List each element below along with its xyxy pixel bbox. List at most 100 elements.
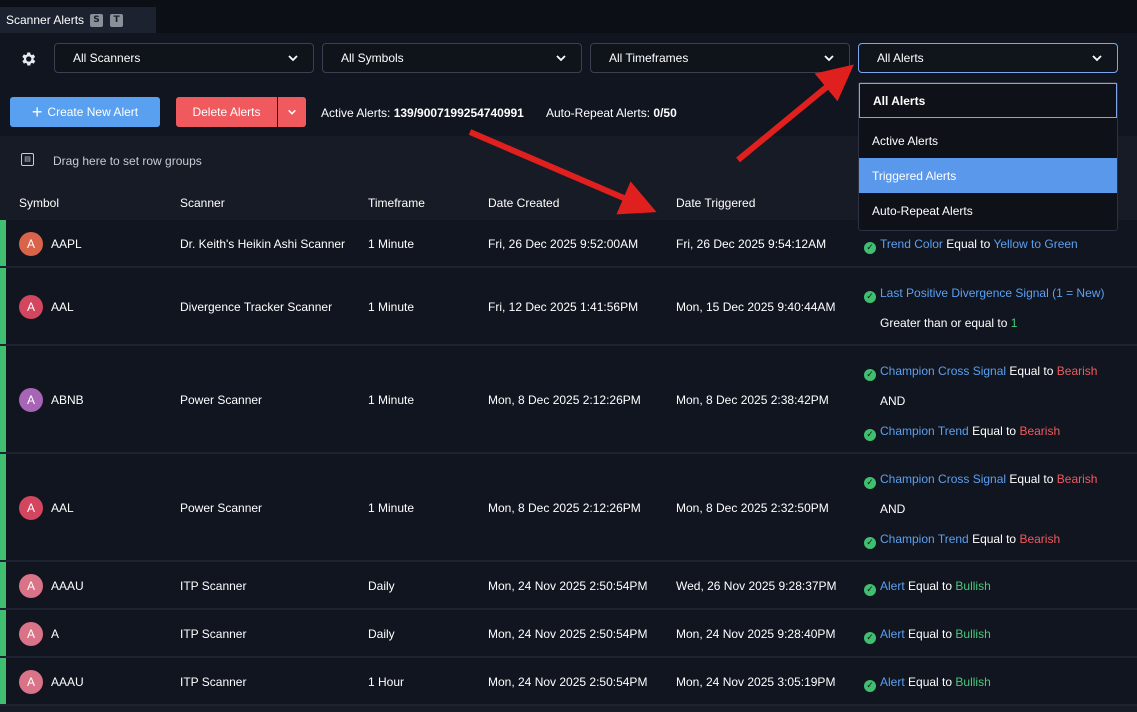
tab-badge-s[interactable]: S (90, 13, 104, 27)
condition: ✓ Champion Trend Equal to Bearish (864, 424, 1060, 441)
date-created-cell: Mon, 24 Nov 2025 2:50:54PM (488, 579, 648, 593)
timeframe-filter-value: All Timeframes (609, 51, 689, 65)
date-triggered-cell: Mon, 8 Dec 2025 2:32:50PM (676, 501, 829, 515)
column-header-symbol[interactable]: Symbol (19, 196, 59, 210)
timeframe-filter-select[interactable]: All Timeframes (590, 43, 850, 73)
date-created-cell: Mon, 24 Nov 2025 2:50:54PM (488, 675, 648, 689)
date-created-cell: Fri, 26 Dec 2025 9:52:00AM (488, 237, 639, 251)
delete-alerts-button[interactable]: Delete Alerts (176, 97, 277, 127)
avatar: A (19, 670, 43, 694)
column-header-date-created[interactable]: Date Created (488, 196, 559, 210)
condition-value: Bullish (955, 627, 991, 641)
menu-item-auto-repeat-alerts[interactable]: Auto-Repeat Alerts (859, 193, 1117, 228)
timeframe-cell: 1 Hour (368, 675, 405, 689)
condition-value: 1 (1010, 316, 1018, 330)
autorepeat-alerts-label: Auto-Repeat Alerts: (546, 106, 651, 120)
condition-field[interactable]: Trend Color (880, 237, 943, 251)
timeframe-cell: 1 Minute (368, 393, 415, 407)
condition-value: Bearish (1056, 364, 1098, 378)
condition-joiner: AND (880, 502, 906, 516)
row-status-bar (0, 268, 6, 344)
delete-options-button[interactable] (278, 97, 306, 127)
row-status-bar (0, 658, 6, 704)
scanner-cell: ITP Scanner (180, 675, 247, 689)
symbol-cell: A (51, 627, 60, 641)
column-header-date-triggered[interactable]: Date Triggered (676, 196, 755, 210)
condition-field[interactable]: Champion Cross Signal (880, 364, 1006, 378)
symbol-cell: AAAU (51, 579, 84, 593)
tab-scanner-alerts[interactable]: Scanner Alerts S T (0, 7, 156, 33)
condition: ✓ Last Positive Divergence Signal (1 = Ne… (864, 286, 1104, 303)
check-icon: ✓ (864, 369, 876, 381)
table-row[interactable]: A AAAU ITP Scanner Daily Mon, 24 Nov 202… (0, 562, 1137, 610)
tab-title: Scanner Alerts (6, 13, 85, 27)
date-triggered-cell: Fri, 26 Dec 2025 9:54:12AM (676, 237, 827, 251)
condition-value: Bearish (1019, 424, 1061, 438)
row-status-bar (0, 346, 6, 452)
condition-field[interactable]: Champion Trend (880, 532, 969, 546)
plus-icon: + (31, 102, 43, 122)
gear-icon[interactable] (19, 50, 37, 68)
condition-value: Yellow to Green (993, 237, 1078, 251)
avatar: A (19, 622, 43, 646)
scanner-filter-value: All Scanners (73, 51, 141, 65)
chevron-down-icon (288, 55, 298, 62)
alert-type-filter-select[interactable]: All Alerts (858, 43, 1118, 73)
column-header-scanner[interactable]: Scanner (180, 196, 225, 210)
condition-field[interactable]: Champion Trend (880, 424, 969, 438)
active-alerts-stat: Active Alerts: 139/9007199254740991 (321, 106, 524, 120)
alert-type-filter-value: All Alerts (877, 51, 924, 65)
symbol-cell: AAPL (51, 237, 82, 251)
column-header-timeframe[interactable]: Timeframe (368, 196, 425, 210)
chevron-down-icon (1092, 55, 1102, 62)
active-alerts-label: Active Alerts: (321, 106, 391, 120)
condition: ✓ Trend Color Equal to Yellow to Green (864, 237, 1078, 254)
condition-operator: Equal to (908, 675, 953, 689)
autorepeat-alerts-value: 0/50 (653, 106, 677, 120)
avatar: A (19, 496, 43, 520)
scanner-cell: ITP Scanner (180, 579, 247, 593)
table-row[interactable]: A AAL Divergence Tracker Scanner 1 Minut… (0, 268, 1137, 346)
scanner-filter-select[interactable]: All Scanners (54, 43, 314, 73)
condition-field[interactable]: Last Positive Divergence Signal (1 = New… (880, 286, 1104, 300)
condition: ✓ Champion Cross Signal Equal to Bearish (864, 472, 1097, 489)
condition-field[interactable]: Alert (880, 627, 905, 641)
table-row[interactable]: A AAL Power Scanner 1 Minute Mon, 8 Dec … (0, 454, 1137, 562)
date-created-cell: Fri, 12 Dec 2025 1:41:56PM (488, 300, 639, 314)
timeframe-cell: 1 Minute (368, 237, 415, 251)
symbol-filter-value: All Symbols (341, 51, 404, 65)
condition-field[interactable]: Alert (880, 675, 905, 689)
check-icon: ✓ (864, 242, 876, 254)
create-alert-button[interactable]: + Create New Alert (10, 97, 160, 127)
table-row[interactable]: A AAAU ITP Scanner 1 Hour Mon, 24 Nov 20… (0, 658, 1137, 706)
scanner-cell: Divergence Tracker Scanner (180, 300, 333, 314)
timeframe-cell: Daily (368, 627, 395, 641)
chevron-down-icon (288, 109, 296, 115)
condition-field[interactable]: Champion Cross Signal (880, 472, 1006, 486)
table-row[interactable]: A A ITP Scanner Daily Mon, 24 Nov 2025 2… (0, 610, 1137, 658)
condition: ✓ Alert Equal to Bullish (864, 675, 991, 692)
condition-operator: Greater than or equal to (880, 316, 1008, 330)
tab-badge-t[interactable]: T (110, 13, 124, 27)
menu-item-triggered-alerts[interactable]: Triggered Alerts (859, 158, 1117, 193)
condition-operator: Equal to (1009, 364, 1054, 378)
condition-operator: Equal to (972, 532, 1017, 546)
condition-value: Bearish (1019, 532, 1061, 546)
date-triggered-cell: Mon, 8 Dec 2025 2:38:42PM (676, 393, 829, 407)
autorepeat-alerts-stat: Auto-Repeat Alerts: 0/50 (546, 106, 677, 120)
scanner-cell: ITP Scanner (180, 627, 247, 641)
symbol-filter-select[interactable]: All Symbols (322, 43, 582, 73)
condition: ✓ Champion Cross Signal Equal to Bearish (864, 364, 1097, 381)
condition-field[interactable]: Alert (880, 579, 905, 593)
check-icon: ✓ (864, 584, 876, 596)
date-created-cell: Mon, 24 Nov 2025 2:50:54PM (488, 627, 648, 641)
menu-item-all-alerts[interactable]: All Alerts (859, 83, 1117, 118)
check-icon: ✓ (864, 477, 876, 489)
date-triggered-cell: Mon, 15 Dec 2025 9:40:44AM (676, 300, 836, 314)
avatar: A (19, 574, 43, 598)
scanner-cell: Power Scanner (180, 393, 263, 407)
condition-operator: Equal to (908, 627, 953, 641)
menu-item-active-alerts[interactable]: Active Alerts (859, 123, 1117, 158)
table-row[interactable]: A ABNB Power Scanner 1 Minute Mon, 8 Dec… (0, 346, 1137, 454)
tab-strip: Scanner Alerts S T (0, 0, 1137, 33)
